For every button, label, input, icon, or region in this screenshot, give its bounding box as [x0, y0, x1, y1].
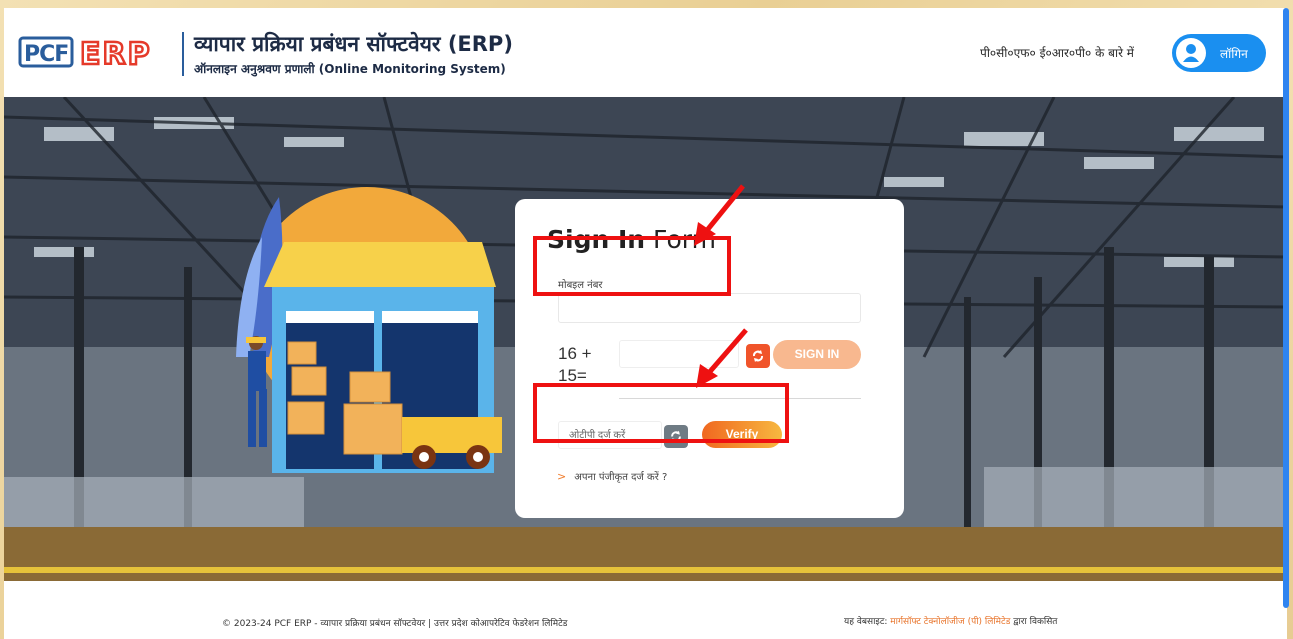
page: PCF ERP व्यापार प्रक्रिया प्रबंधन सॉफ्टव…	[4, 8, 1287, 639]
captcha-input[interactable]	[619, 340, 739, 368]
svg-text:PCF: PCF	[24, 42, 68, 67]
sign-in-button[interactable]: SIGN IN	[773, 340, 861, 369]
login-label: लॉगिन	[1220, 47, 1248, 61]
pcf-erp-logo[interactable]: PCF ERP	[18, 32, 168, 72]
chevron-right-icon: >	[557, 470, 567, 483]
footer-copyright: © 2023-24 PCF ERP - व्यापार प्रक्रिया प्…	[222, 619, 568, 629]
captcha-question: 16 + 15=	[558, 344, 592, 385]
mobile-number-input[interactable]	[558, 293, 861, 323]
hero-banner: Sign In Form मोबइल नंबर 16 + 15= SIGN IN	[4, 97, 1287, 581]
app-title: व्यापार प्रक्रिया प्रबंधन सॉफ्टवेयर (ERP…	[194, 32, 513, 56]
app-subtitle: ऑनलाइन अनुश्रवण प्रणाली (Online Monitori…	[194, 62, 506, 76]
header: PCF ERP व्यापार प्रक्रिया प्रबंधन सॉफ्टव…	[4, 8, 1287, 97]
scrollbar[interactable]	[1283, 8, 1289, 608]
annotation-box-mobile	[533, 236, 731, 296]
user-icon	[1176, 38, 1206, 68]
developer-company-link[interactable]: मार्गसॉफ्ट टेक्नोलॉजीज (पी) लिमिटेड	[890, 617, 1010, 627]
refresh-icon	[753, 350, 763, 362]
footer: © 2023-24 PCF ERP - व्यापार प्रक्रिया प्…	[4, 581, 1287, 639]
captcha-refresh-button[interactable]	[746, 344, 770, 368]
logo-divider	[182, 32, 184, 76]
register-link[interactable]: > अपना पंजीकृत दर्ज करें ?	[557, 469, 667, 483]
about-pcf-erp-link[interactable]: पी०सी०एफ० ई०आर०पी० के बारे में	[980, 44, 1134, 61]
footer-developed-by: यह वेबसाइट: मार्गसॉफ्ट टेक्नोलॉजीज (पी) …	[844, 617, 1058, 627]
login-button[interactable]: लॉगिन	[1172, 34, 1266, 72]
svg-text:ERP: ERP	[80, 37, 152, 72]
annotation-box-otp	[533, 383, 789, 443]
